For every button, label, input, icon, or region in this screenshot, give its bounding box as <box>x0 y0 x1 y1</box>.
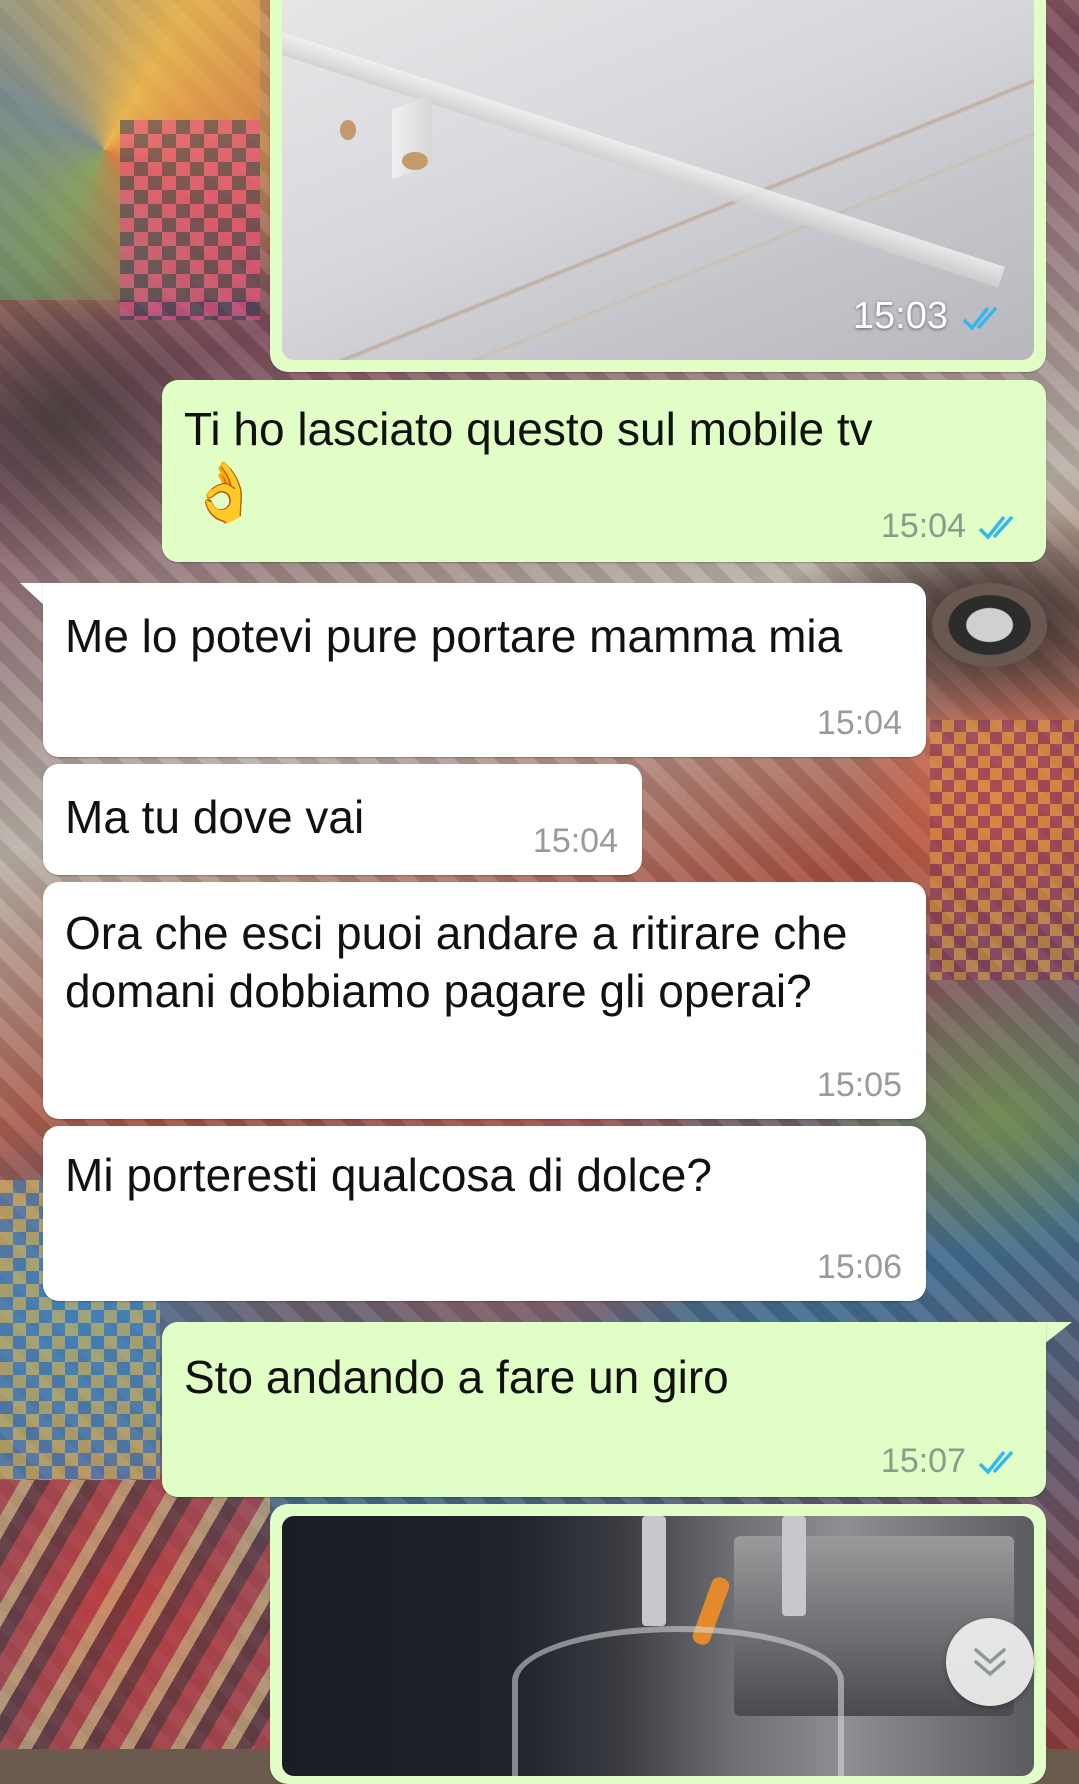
double-check-icon <box>962 306 998 331</box>
wallpaper-pattern <box>0 1480 270 1749</box>
message-meta: 15:06 <box>817 1247 902 1287</box>
image-message[interactable]: 15:03 <box>270 0 1046 372</box>
message-meta: 15:04 <box>881 506 1022 546</box>
incoming-message[interactable]: Mi porteresti qualcosa di dolce? 15:06 <box>43 1126 926 1301</box>
message-text: Me lo potevi pure portare mamma mia <box>65 610 843 662</box>
message-meta: 15:04 <box>817 703 902 743</box>
photo-detail <box>340 120 356 140</box>
photo-detail <box>782 1516 806 1616</box>
incoming-message[interactable]: Ora che esci puoi andare a ritirare che … <box>43 882 926 1119</box>
wallpaper-eye <box>930 560 1079 690</box>
message-time: 15:04 <box>816 704 902 742</box>
message-time: 15:04 <box>880 507 966 545</box>
outgoing-message[interactable]: Ti ho lasciato questo sul mobile tv 👌 15… <box>162 380 1046 562</box>
outgoing-message[interactable]: Sto andando a fare un giro 15:07 <box>162 1322 1046 1497</box>
photo-detail <box>512 1626 844 1776</box>
double-check-icon <box>978 1450 1014 1475</box>
wallpaper-pattern <box>930 720 1079 980</box>
image-timestamp: 15:03 <box>853 295 1006 338</box>
double-check-icon <box>978 515 1014 540</box>
message-time: 15:06 <box>816 1248 902 1286</box>
message-meta: 15:07 <box>881 1441 1022 1481</box>
bubble-tail <box>1044 1322 1072 1344</box>
photo-thumbnail[interactable]: 15:03 <box>282 0 1034 360</box>
message-text: Ora che esci puoi andare a ritirare che … <box>65 907 848 1017</box>
message-time: 15:07 <box>880 1442 966 1480</box>
message-time: 15:05 <box>816 1066 902 1104</box>
message-time: 15:03 <box>852 295 948 337</box>
message-text: Ti ho lasciato questo sul mobile tv <box>184 403 873 455</box>
double-chevron-down-icon <box>974 1648 1006 1677</box>
message-meta: 15:05 <box>817 1065 902 1105</box>
image-message[interactable] <box>270 1504 1046 1784</box>
photo-detail <box>402 152 428 170</box>
incoming-message[interactable]: Ma tu dove vai 15:04 <box>43 764 642 875</box>
message-text: Mi porteresti qualcosa di dolce? <box>65 1149 712 1201</box>
incoming-message[interactable]: Me lo potevi pure portare mamma mia 15:0… <box>43 583 926 757</box>
message-text: Sto andando a fare un giro <box>184 1351 729 1403</box>
ok-hand-emoji: 👌 <box>188 458 261 526</box>
message-meta: 15:04 <box>533 821 618 861</box>
scroll-to-bottom-button[interactable] <box>946 1618 1034 1706</box>
photo-detail <box>282 32 1005 288</box>
message-time: 15:04 <box>532 822 618 860</box>
bubble-tail <box>20 583 44 605</box>
photo-detail <box>642 1516 666 1626</box>
photo-thumbnail[interactable] <box>282 1516 1034 1776</box>
wallpaper-pattern <box>120 120 260 320</box>
